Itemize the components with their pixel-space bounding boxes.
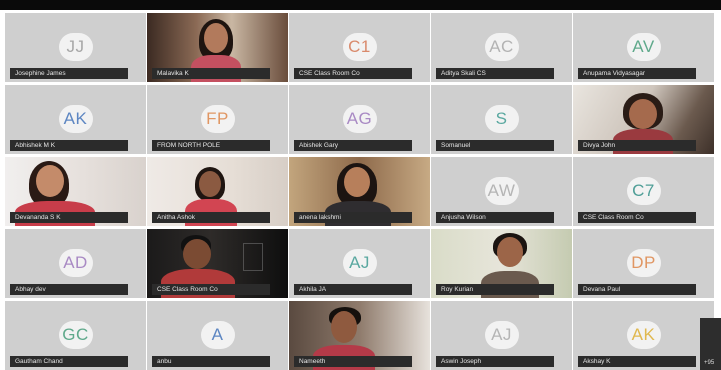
participant-initials: AC [484, 33, 519, 61]
participant-name: FROM NORTH POLE [152, 140, 270, 151]
participant-initials: AW [484, 177, 519, 205]
participant-video-tile[interactable]: CSE Class Room Co [147, 229, 288, 298]
participant-name: Josephine James [10, 68, 128, 79]
participant-video-tile[interactable]: Anitha Ashok [147, 157, 288, 226]
participant-video-tile[interactable]: Malavika K [147, 13, 288, 82]
participant-name: Divya John [578, 140, 696, 151]
participant-tile[interactable]: A anbu [147, 301, 288, 370]
participant-name: Devana Paul [578, 284, 696, 295]
participant-initials: JJ [58, 33, 93, 61]
participant-tile[interactable]: AW Anjusha Wilson [431, 157, 572, 226]
participant-initials: C7 [626, 177, 661, 205]
participant-initials: AJ [484, 321, 519, 349]
participant-name: anbu [152, 356, 270, 367]
participant-tile[interactable]: AV Anupama Vidyasagar [573, 13, 714, 82]
participant-tile[interactable]: AJ Aswin Joseph [431, 301, 572, 370]
participant-tile[interactable]: GC Gautham Chand [5, 301, 146, 370]
participant-initials: DP [626, 249, 661, 277]
participant-name: Roy Kurian [436, 284, 554, 295]
participant-name: Akshay K [578, 356, 696, 367]
participant-initials: FP [200, 105, 235, 133]
participant-initials: AK [58, 105, 93, 133]
participant-video-tile[interactable]: Roy Kurian [431, 229, 572, 298]
participant-name: Aswin Joseph [436, 356, 554, 367]
participant-gallery: JJ Josephine James Malavika K C1 CSE Cla… [5, 13, 717, 370]
participant-tile[interactable]: AJ Akhila JA [289, 229, 430, 298]
participant-tile[interactable]: S Somanuel [431, 85, 572, 154]
participant-name: Akhila JA [294, 284, 412, 295]
participant-name: Abhay dev [10, 284, 128, 295]
participant-name: CSE Class Room Co [294, 68, 412, 79]
participant-initials: AJ [342, 249, 377, 277]
participant-initials: AV [626, 33, 661, 61]
participant-tile[interactable]: AG Abishek Gary [289, 85, 430, 154]
participant-tile[interactable]: DP Devana Paul [573, 229, 714, 298]
participant-initials: AG [342, 105, 377, 133]
participant-name: CSE Class Room Co [578, 212, 696, 223]
participant-video-tile[interactable]: anena lakshmi [289, 157, 430, 226]
participant-name: Anjusha Wilson [436, 212, 554, 223]
participant-name: Malavika K [152, 68, 270, 79]
participant-name: anena lakshmi [294, 212, 412, 223]
participant-name: Abhishek M K [10, 140, 128, 151]
participant-initials: AD [58, 249, 93, 277]
participant-video-tile[interactable]: Divya John [573, 85, 714, 154]
more-participants-count: +95 [704, 360, 715, 366]
participant-video-tile[interactable]: Devananda S K [5, 157, 146, 226]
window-top-bar [0, 0, 721, 10]
participant-initials: S [484, 105, 519, 133]
participant-name: Devananda S K [10, 212, 128, 223]
participant-name: Abishek Gary [294, 140, 412, 151]
participant-initials: AK [626, 321, 661, 349]
participant-initials: A [200, 321, 235, 349]
participant-video-tile[interactable]: Nameeth [289, 301, 430, 370]
participant-name: Somanuel [436, 140, 554, 151]
participant-tile[interactable]: C1 CSE Class Room Co [289, 13, 430, 82]
participant-tile[interactable]: JJ Josephine James [5, 13, 146, 82]
participant-tile[interactable]: AD Abhay dev [5, 229, 146, 298]
participant-name: Anupama Vidyasagar [578, 68, 696, 79]
participant-name: CSE Class Room Co [152, 284, 270, 295]
participant-tile[interactable]: C7 CSE Class Room Co [573, 157, 714, 226]
participant-initials: C1 [342, 33, 377, 61]
participant-name: Nameeth [294, 356, 412, 367]
participant-name: Gautham Chand [10, 356, 128, 367]
participant-tile[interactable]: AC Aditya Skali CS [431, 13, 572, 82]
participant-tile[interactable]: FP FROM NORTH POLE [147, 85, 288, 154]
participant-name: Aditya Skali CS [436, 68, 554, 79]
participant-name: Anitha Ashok [152, 212, 270, 223]
participant-tile[interactable]: AK Abhishek M K [5, 85, 146, 154]
participant-initials: GC [58, 321, 93, 349]
participant-tile[interactable]: AK Akshay K [573, 301, 714, 370]
